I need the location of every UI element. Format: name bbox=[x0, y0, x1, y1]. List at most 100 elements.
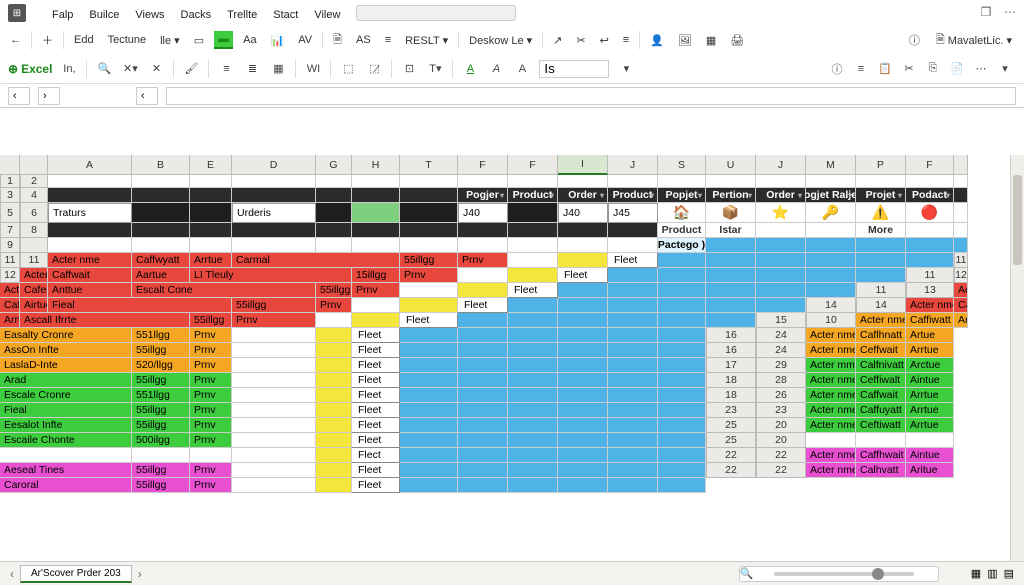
data-cell[interactable]: Prnv bbox=[190, 478, 232, 493]
blue-cell[interactable] bbox=[458, 448, 508, 463]
data-cell[interactable]: Acter mme bbox=[806, 358, 856, 373]
blue-cell[interactable] bbox=[658, 283, 706, 298]
blue-cell[interactable] bbox=[508, 388, 558, 403]
cell[interactable] bbox=[232, 403, 316, 418]
blue-cell[interactable] bbox=[400, 478, 458, 493]
blue-cell[interactable] bbox=[508, 418, 558, 433]
cell[interactable] bbox=[400, 203, 458, 223]
data-cell[interactable]: Aartue bbox=[132, 268, 190, 283]
col-header[interactable]: G bbox=[316, 155, 352, 175]
data-cell[interactable]: Anttue bbox=[48, 283, 132, 298]
blue-cell[interactable] bbox=[558, 388, 608, 403]
blue-cell[interactable] bbox=[508, 478, 558, 493]
data-cell[interactable]: Acter nme bbox=[806, 388, 856, 403]
row-header[interactable]: 12 bbox=[0, 268, 20, 283]
table-column-header[interactable]: Podact▾ bbox=[906, 188, 954, 203]
row-header[interactable]: 23 bbox=[706, 403, 756, 418]
blue-cell[interactable] bbox=[558, 418, 608, 433]
cell[interactable] bbox=[806, 175, 856, 188]
chart-icon[interactable]: 📊 bbox=[267, 32, 289, 49]
search-icon[interactable]: 🔍 bbox=[95, 60, 113, 78]
unmerge-icon[interactable]: ⬚̷ bbox=[365, 60, 383, 78]
blue-cell[interactable] bbox=[658, 373, 706, 388]
italic-icon[interactable]: A bbox=[487, 60, 505, 78]
arrow-up-icon[interactable]: ↗ bbox=[549, 32, 566, 49]
blue-cell[interactable] bbox=[458, 388, 508, 403]
label-cell[interactable] bbox=[806, 223, 856, 238]
cell[interactable] bbox=[190, 188, 232, 203]
data-cell[interactable]: Prnv bbox=[190, 388, 232, 403]
blue-cell[interactable] bbox=[608, 403, 658, 418]
yellow-cell[interactable] bbox=[316, 433, 352, 448]
close-icon[interactable]: ✕ bbox=[147, 60, 165, 78]
account-label[interactable]: 🗎 MavaletLic. ▾ bbox=[932, 29, 1016, 52]
cell[interactable] bbox=[316, 238, 352, 253]
blue-cell[interactable] bbox=[608, 328, 658, 343]
cell[interactable] bbox=[232, 343, 316, 358]
wrap-text-icon[interactable]: WI bbox=[304, 60, 322, 78]
row-header[interactable]: 5 bbox=[0, 203, 20, 223]
cell[interactable] bbox=[658, 175, 706, 188]
cut-icon[interactable]: ✂ bbox=[572, 32, 589, 49]
data-cell[interactable]: Acter nme bbox=[906, 298, 954, 313]
yellow-cell[interactable] bbox=[316, 418, 352, 433]
table-column-header[interactable]: Pogjer▾ bbox=[458, 188, 508, 203]
blue-cell[interactable] bbox=[508, 463, 558, 478]
blue-cell[interactable] bbox=[706, 298, 756, 313]
cell[interactable] bbox=[400, 188, 458, 203]
fleet-cell[interactable]: Fleet bbox=[352, 478, 400, 493]
yellow-cell[interactable] bbox=[316, 358, 352, 373]
tool-button[interactable]: Edd bbox=[70, 32, 98, 48]
blue-cell[interactable] bbox=[608, 418, 658, 433]
cell[interactable] bbox=[316, 175, 352, 188]
icon-cell[interactable]: ⚠️ bbox=[856, 203, 906, 223]
tab-prev-icon[interactable]: ‹ bbox=[10, 567, 14, 581]
row-header[interactable]: 28 bbox=[756, 373, 806, 388]
yellow-cell[interactable] bbox=[558, 253, 608, 268]
blue-cell[interactable] bbox=[658, 463, 706, 478]
data-cell[interactable]: Escaile Chonte bbox=[0, 433, 132, 448]
data-cell[interactable]: Prnv bbox=[190, 373, 232, 388]
fleet-cell[interactable]: Fleet bbox=[352, 403, 400, 418]
blue-cell[interactable] bbox=[658, 478, 706, 493]
data-cell[interactable]: Acter nme bbox=[806, 463, 856, 478]
row-header[interactable]: 16 bbox=[706, 343, 756, 358]
cell[interactable] bbox=[232, 433, 316, 448]
cell[interactable] bbox=[508, 175, 558, 188]
blue-cell[interactable] bbox=[806, 253, 856, 268]
data-cell[interactable]: 55illgg bbox=[132, 373, 190, 388]
data-cell[interactable]: Acter nme bbox=[20, 268, 48, 283]
icon-cell[interactable]: ⭐ bbox=[756, 203, 806, 223]
row-header[interactable]: 20 bbox=[756, 418, 806, 433]
blue-cell[interactable] bbox=[558, 448, 608, 463]
menu-item[interactable]: Vilew bbox=[308, 7, 346, 23]
blue-cell[interactable] bbox=[558, 463, 608, 478]
cell[interactable] bbox=[132, 238, 190, 253]
blue-cell[interactable] bbox=[400, 433, 458, 448]
data-cell[interactable]: Prnv bbox=[400, 268, 458, 283]
blue-cell[interactable] bbox=[458, 478, 508, 493]
data-cell[interactable]: Prnv bbox=[190, 343, 232, 358]
row-header[interactable]: 23 bbox=[756, 403, 806, 418]
row-header[interactable]: 18 bbox=[706, 388, 756, 403]
table-column-header[interactable]: Pertion▾ bbox=[706, 188, 756, 203]
col-header[interactable]: P bbox=[856, 155, 906, 175]
data-cell[interactable]: Aeseal Tines bbox=[0, 463, 132, 478]
blue-cell[interactable] bbox=[558, 343, 608, 358]
data-cell[interactable]: 55illgg bbox=[132, 403, 190, 418]
row-header[interactable]: 25 bbox=[706, 433, 756, 448]
tool-button[interactable]: AV bbox=[294, 32, 316, 48]
value-cell[interactable]: J40 bbox=[458, 203, 508, 223]
blue-cell[interactable] bbox=[856, 268, 906, 283]
blue-cell[interactable] bbox=[658, 313, 706, 328]
case-icon[interactable]: Aa bbox=[239, 32, 260, 48]
blue-cell[interactable] bbox=[608, 478, 658, 493]
menu-item[interactable]: Stact bbox=[267, 7, 304, 23]
data-cell[interactable]: Acter nme bbox=[806, 328, 856, 343]
cell[interactable] bbox=[756, 175, 806, 188]
yellow-cell[interactable] bbox=[316, 403, 352, 418]
cell[interactable] bbox=[132, 223, 190, 238]
cell[interactable] bbox=[458, 175, 508, 188]
cell[interactable] bbox=[352, 238, 400, 253]
blue-cell[interactable] bbox=[756, 268, 806, 283]
